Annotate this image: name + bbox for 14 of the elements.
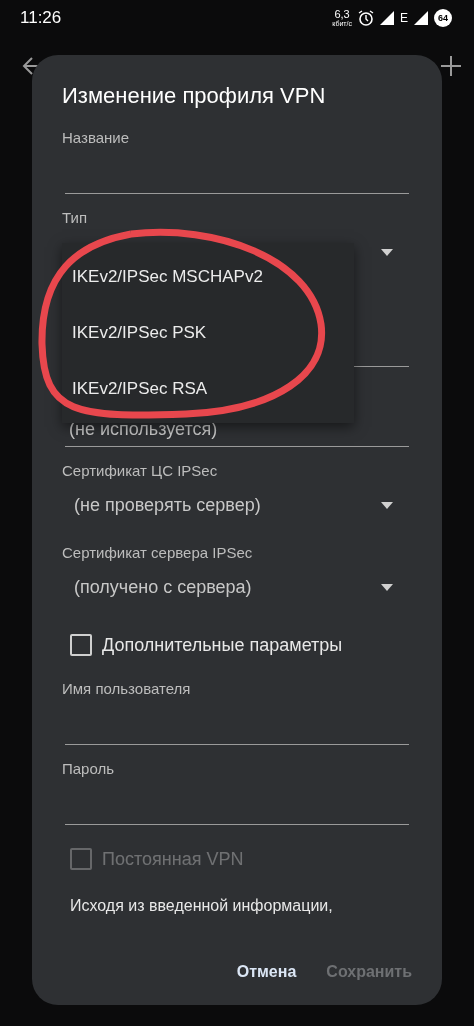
checkbox-label: Постоянная VPN (102, 848, 244, 870)
field-label: Сертификат сервера IPSec (62, 543, 254, 563)
dialog-title: Изменение профиля VPN (62, 83, 327, 109)
field-label: Имя пользователя (62, 679, 192, 699)
field-label: Название (62, 128, 131, 148)
clock-time: 11:26 (20, 8, 62, 28)
speed-value: 6,3 (334, 9, 350, 20)
field-label: Пароль (62, 759, 116, 779)
info-text: Исходя из введенной информации, (70, 897, 334, 915)
field-label: Сертификат ЦС IPSec (62, 461, 219, 481)
network-type: E (400, 11, 408, 25)
battery-level: 64 (434, 9, 452, 27)
checkbox-label: Дополнительные параметры (102, 634, 343, 656)
field-label: Тип (62, 208, 88, 228)
